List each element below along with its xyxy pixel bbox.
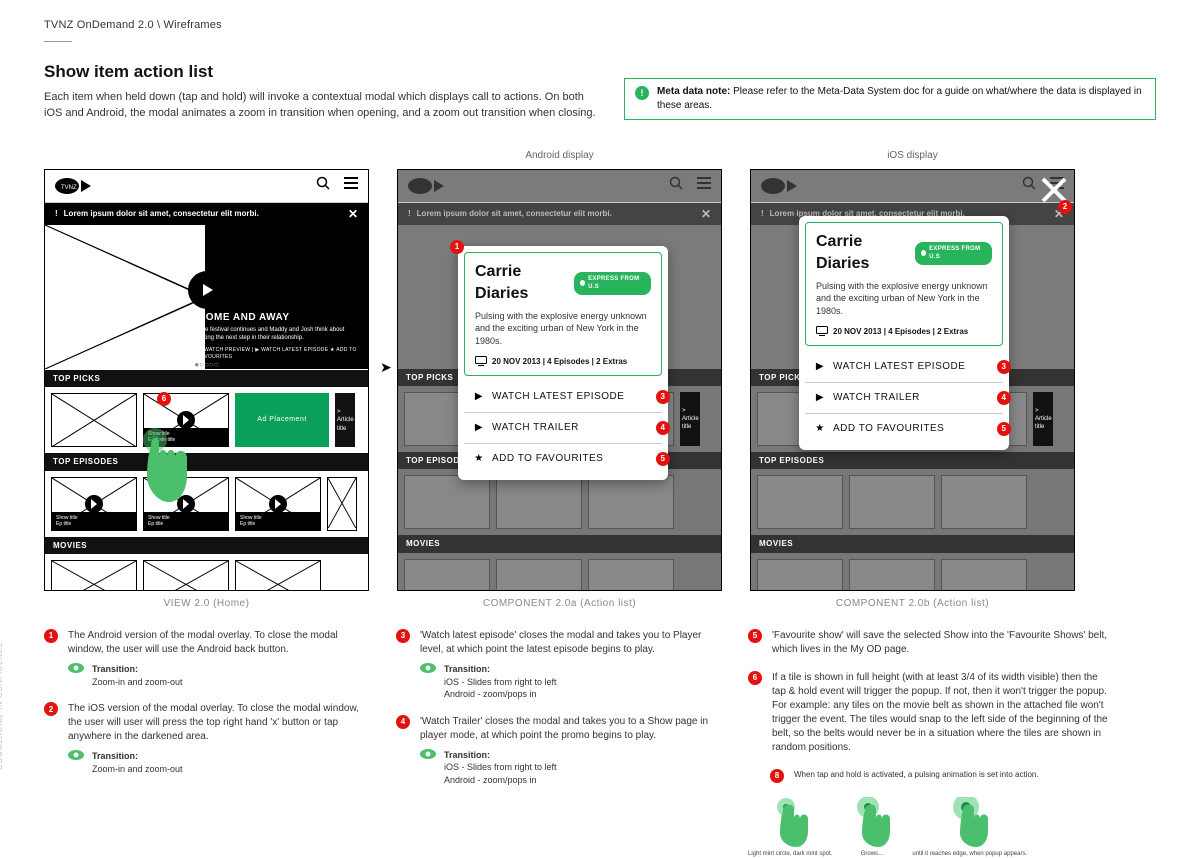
- caption-ios: COMPONENT 2.0b (Action list): [836, 597, 989, 611]
- watch-latest-button[interactable]: ▶WATCH LATEST EPISODE3: [805, 352, 1003, 382]
- hero[interactable]: HOME AND AWAY The festival continues and…: [45, 225, 368, 369]
- add-favourites-button[interactable]: ★ADD TO FAVOURITES5: [805, 413, 1003, 444]
- annotation-5: 5'Favourite show' will save the selected…: [748, 629, 1108, 657]
- frame-label-ios: iOS display: [887, 149, 938, 163]
- watch-trailer-button[interactable]: ▶WATCH TRAILER4: [805, 382, 1003, 413]
- tile[interactable]: [143, 560, 229, 591]
- rule: [44, 41, 72, 42]
- tile[interactable]: [51, 560, 137, 591]
- caption-android: COMPONENT 2.0a (Action list): [483, 597, 636, 611]
- play-icon: ▶: [474, 390, 484, 404]
- callout-2: 2: [1058, 200, 1072, 214]
- logo[interactable]: [408, 178, 448, 194]
- express-badge: EXPRESS FROM U.S: [574, 272, 651, 295]
- tile[interactable]: [51, 393, 137, 447]
- hero-title: HOME AND AWAY: [198, 311, 358, 325]
- watch-trailer-button[interactable]: ▶WATCH TRAILER4: [464, 412, 662, 443]
- eye-icon: [68, 663, 82, 673]
- annotation-1: 1The Android version of the modal overla…: [44, 629, 364, 688]
- logo[interactable]: TVNZ: [55, 178, 95, 194]
- tile[interactable]: Show titleEp title: [235, 477, 321, 531]
- modal-meta: 20 NOV 2013 | 4 Episodes | 2 Extras: [475, 356, 651, 367]
- belt-title-topepisodes: TOP EPISODES: [45, 453, 368, 470]
- menu-icon[interactable]: [697, 177, 711, 194]
- callout-6: 6: [157, 392, 171, 406]
- breadcrumb: TVNZ OnDemand 2.0 \ Wireframes: [44, 18, 1156, 33]
- add-favourites-button[interactable]: ★ADD TO FAVOURITES5: [464, 443, 662, 474]
- annotation-8: 8When tap and hold is activated, a pulsi…: [770, 769, 1108, 783]
- hero-subtitle: The festival continues and Maddy and Jos…: [198, 327, 358, 343]
- tap-sequence: Light mint circle, dark mint spot. Grows…: [748, 797, 1108, 858]
- tile[interactable]: [327, 477, 357, 531]
- action-list-modal: Carrie Diaries EXPRESS FROM U.S Pulsing w…: [458, 246, 668, 480]
- frame-label-android: Android display: [525, 149, 593, 163]
- tile[interactable]: [235, 560, 321, 591]
- hand-icon: [133, 428, 193, 509]
- menu-icon[interactable]: [344, 177, 358, 194]
- modal-title: Carrie Diaries: [475, 261, 568, 306]
- play-icon[interactable]: [188, 271, 226, 309]
- belt-title-toppicks: TOP PICKS: [45, 370, 368, 387]
- frame-ios: 2 !Lorem ipsum dolor sit amet, consectet…: [750, 169, 1075, 591]
- tv-icon: [475, 356, 487, 366]
- annotation-6: 6If a tile is shown in full height (with…: [748, 671, 1108, 755]
- search-icon[interactable]: [316, 176, 330, 195]
- alert-icon: !: [55, 208, 58, 219]
- play-icon: ▶: [474, 421, 484, 435]
- close-icon[interactable]: ✕: [348, 206, 358, 223]
- info-icon: !: [635, 86, 649, 100]
- annotation-2: 2The iOS version of the modal overlay. T…: [44, 702, 364, 775]
- modal-body: Pulsing with the explosive energy unknow…: [475, 310, 651, 348]
- pager-dots[interactable]: ●○○○○: [45, 359, 368, 370]
- belt-title-movies: MOVIES: [45, 537, 368, 554]
- action-list-modal: Carrie DiariesEXPRESS FROM U.S Pulsing w…: [799, 216, 1009, 450]
- search-icon[interactable]: [1022, 176, 1036, 195]
- ad-tile[interactable]: Ad Placement: [235, 393, 329, 447]
- star-icon: ★: [474, 452, 484, 466]
- watch-latest-button[interactable]: ▶WATCH LATEST EPISODE3: [464, 382, 662, 412]
- tile[interactable]: Show titleEp title: [51, 477, 137, 531]
- intro-text: Each item when held down (tap and hold) …: [44, 90, 604, 121]
- flow-arrow-icon: ➤: [380, 358, 392, 378]
- meta-note: ! Meta data note: Please refer to the Me…: [624, 78, 1156, 120]
- frame-label-home: [205, 149, 208, 163]
- svg-text:TVNZ: TVNZ: [61, 185, 77, 191]
- hand-icon: [770, 797, 810, 847]
- modal-title: Carrie Diaries: [816, 231, 909, 276]
- notice-bar[interactable]: ! Lorem ipsum dolor sit amet, consectetu…: [45, 203, 368, 225]
- frame-android: !Lorem ipsum dolor sit amet, consectetur…: [397, 169, 722, 591]
- article-sliver[interactable]: > Article title: [335, 393, 355, 447]
- frame-home: TVNZ ! Lorem ipsum dolor sit amet, conse…: [44, 169, 369, 591]
- annotation-4: 4'Watch Trailer' closes the modal and ta…: [396, 715, 716, 787]
- search-icon[interactable]: [669, 176, 683, 195]
- caption-home: VIEW 2.0 (Home): [164, 597, 250, 611]
- logo[interactable]: [761, 178, 801, 194]
- annotation-3: 3'Watch latest episode' closes the modal…: [396, 629, 716, 701]
- express-badge: EXPRESS FROM U.S: [915, 242, 992, 265]
- callout-1: 1: [450, 240, 464, 254]
